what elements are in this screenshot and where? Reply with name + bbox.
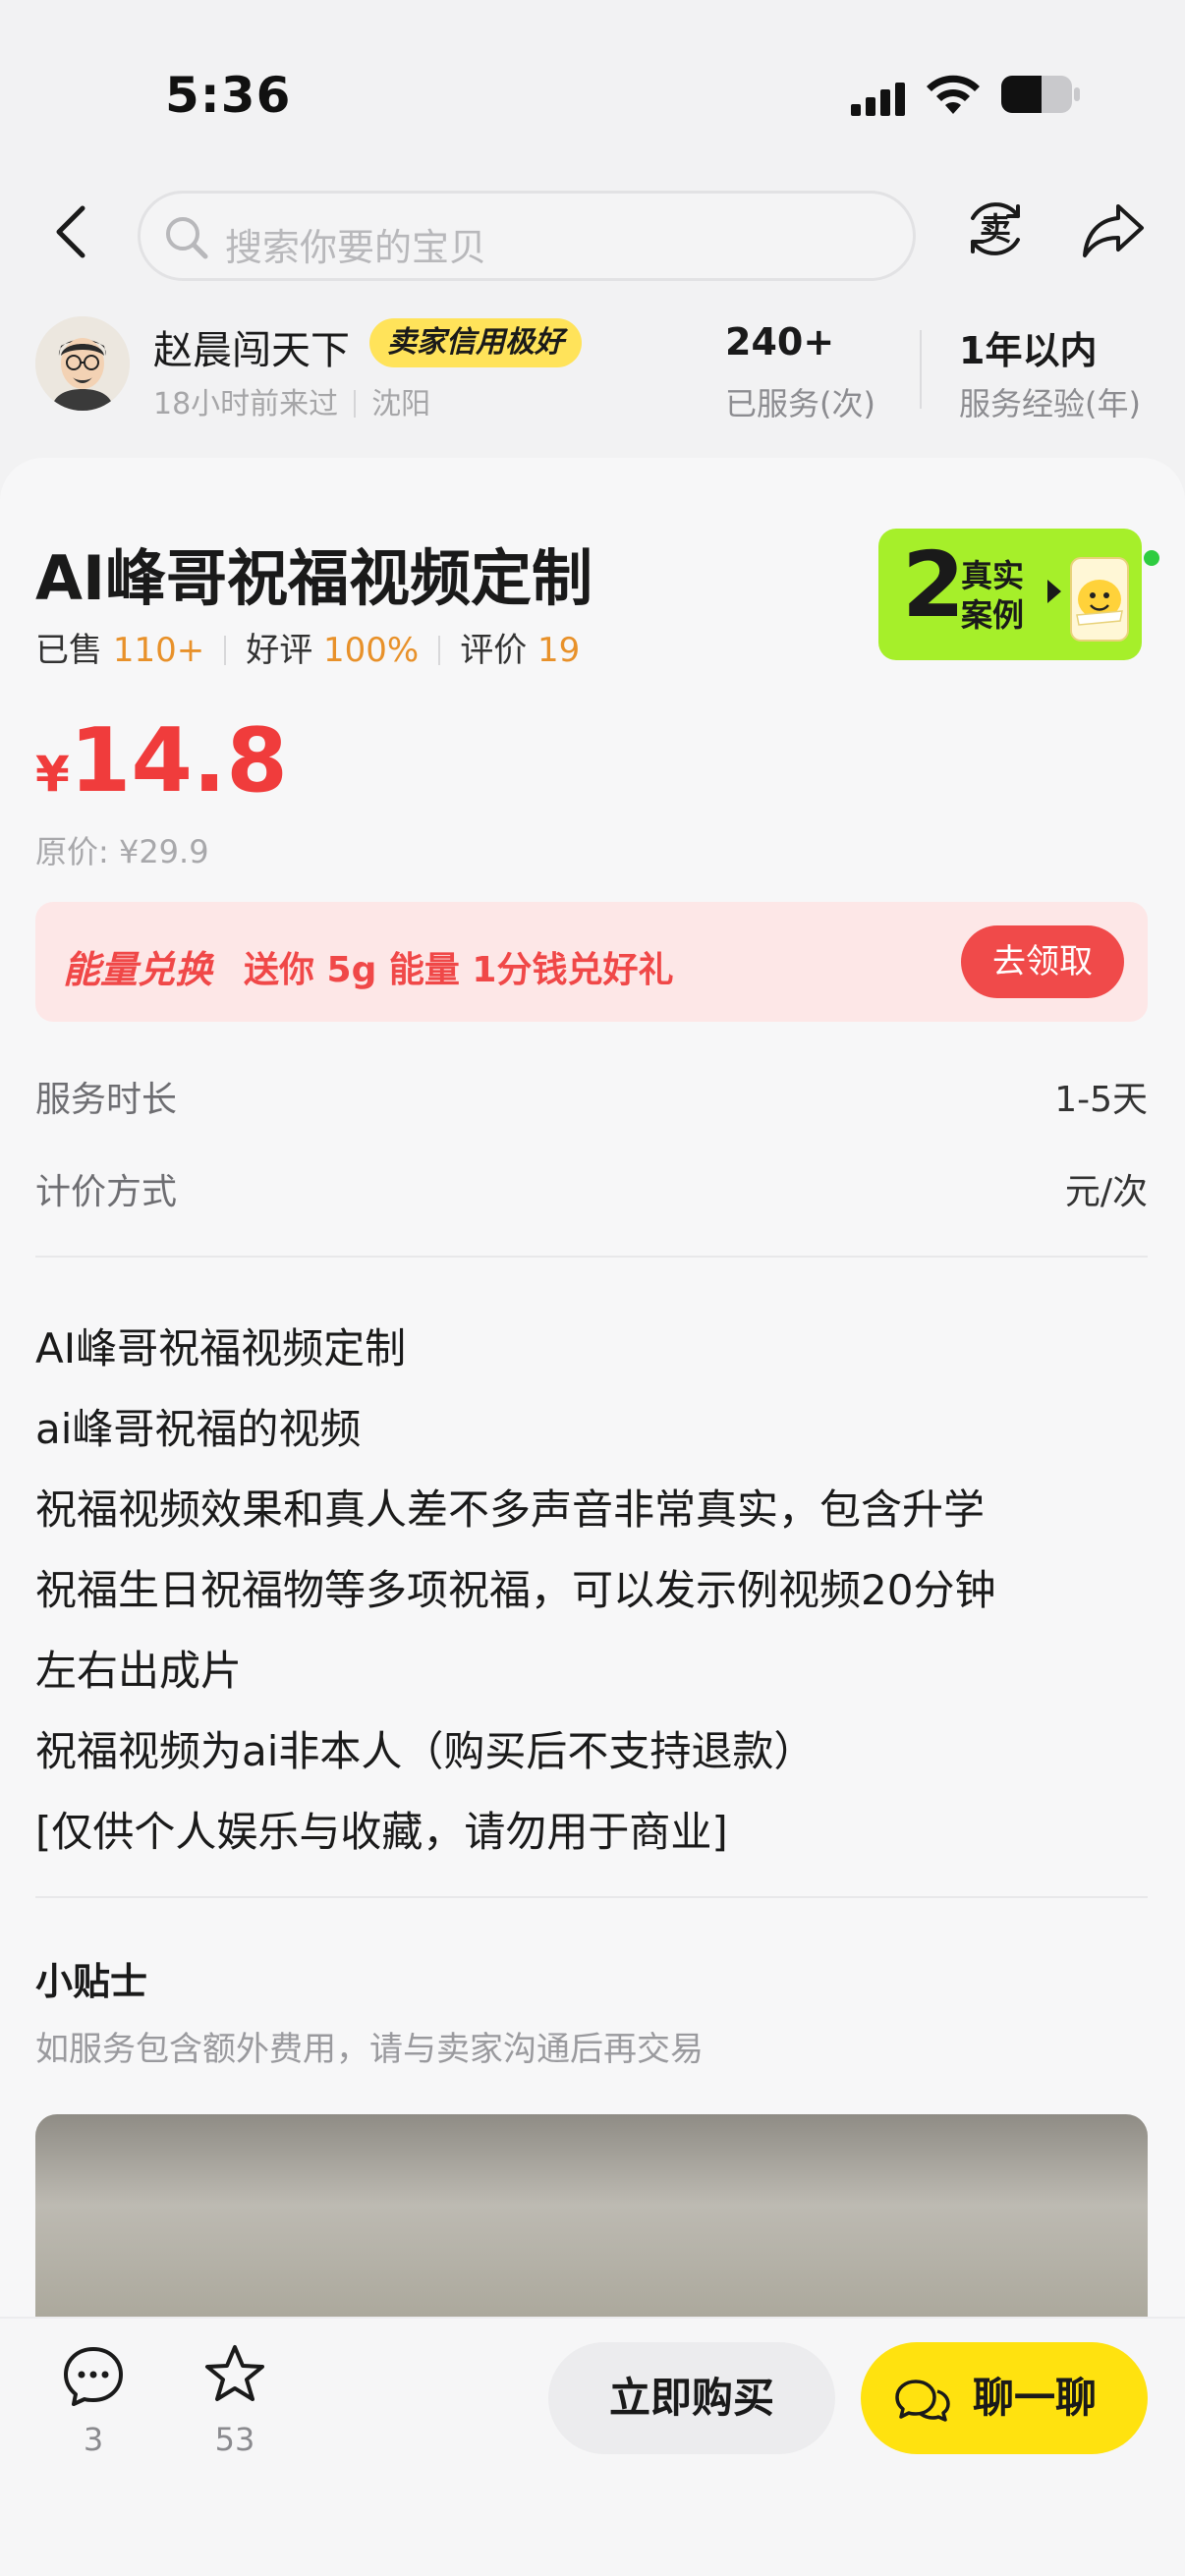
product-description: AI峰哥祝福视频定制 ai峰哥祝福的视频 祝福视频效果和真人差不多声音非常真实，…	[35, 1309, 1156, 1873]
divider	[35, 1256, 1148, 1258]
comment-count: 3	[83, 2421, 104, 2458]
good-rate-label: 好评	[246, 631, 313, 670]
sell-icon-glyph: 卖	[980, 210, 1011, 248]
experience-value: 1年以内	[959, 329, 1098, 372]
product-title: AI峰哥祝福视频定制	[35, 542, 593, 614]
cases-label-line1: 真实	[961, 557, 1025, 594]
description-line: ai峰哥祝福的视频	[35, 1405, 362, 1453]
search-input[interactable]: 搜索你要的宝贝	[138, 191, 916, 281]
status-time: 5:36	[165, 67, 292, 124]
search-icon	[166, 217, 208, 259]
currency-symbol: ¥	[35, 746, 70, 803]
seller-name[interactable]: 赵晨闯天下	[153, 318, 350, 375]
comment-icon[interactable]	[61, 2344, 126, 2409]
review-label[interactable]: 评价	[460, 631, 527, 670]
divider	[920, 330, 922, 409]
service-duration-label: 服务时长	[35, 1080, 178, 1120]
sold-value: 110+	[112, 631, 205, 670]
wifi-icon	[927, 75, 980, 114]
good-rate-value: 100%	[323, 631, 420, 670]
seller-avatar[interactable]	[35, 316, 130, 411]
real-cases-button[interactable]: 2 真实 案例	[878, 529, 1142, 660]
description-line: 左右出成片	[35, 1647, 243, 1695]
star-icon[interactable]	[202, 2342, 267, 2407]
sell-icon[interactable]: 卖	[961, 195, 1030, 263]
divider	[438, 636, 441, 665]
service-duration-value: 1-5天	[1054, 1080, 1148, 1120]
back-arrow-icon[interactable]	[51, 202, 90, 261]
buy-now-button[interactable]: 立即购买	[548, 2342, 835, 2454]
served-label: 已服务(次)	[725, 385, 875, 422]
last-seen: 18小时前来过	[153, 387, 339, 421]
mascot-icon	[1070, 557, 1129, 642]
claim-button[interactable]: 去领取	[961, 925, 1124, 998]
divider	[354, 390, 357, 418]
chat-button-label: 聊一聊	[973, 2374, 1098, 2422]
tips-text: 如服务包含额外费用，请与卖家沟通后再交易	[35, 2030, 704, 2069]
review-count[interactable]: 19	[537, 631, 580, 670]
status-bar: 5:36	[0, 0, 1185, 187]
pricing-method-label: 计价方式	[35, 1172, 178, 1212]
search-placeholder: 搜索你要的宝贝	[225, 226, 487, 269]
chat-button[interactable]: 聊一聊	[861, 2342, 1148, 2454]
tips-title: 小贴士	[35, 1960, 148, 2003]
served-count: 240+	[725, 320, 835, 364]
energy-desc: 送你 5g 能量 1分钱兑好礼	[244, 950, 674, 990]
chat-bubbles-icon	[895, 2380, 950, 2422]
description-line: 祝福生日祝福物等多项祝福，可以发示例视频20分钟	[35, 1566, 996, 1614]
divider	[35, 1896, 1148, 1898]
energy-title: 能量兑换	[63, 948, 213, 991]
battery-icon	[1001, 76, 1080, 113]
cases-label-line2: 案例	[961, 596, 1025, 634]
credit-badge: 卖家信用极好	[369, 318, 582, 367]
price-amount: 14.8	[69, 709, 288, 812]
description-line: [仅供个人娱乐与收藏，请勿用于商业]	[35, 1808, 728, 1856]
status-dot	[1144, 550, 1159, 566]
cellular-signal-icon	[851, 83, 905, 116]
price: ¥14.8	[35, 709, 288, 812]
divider	[224, 636, 227, 665]
description-line: AI峰哥祝福视频定制	[35, 1324, 407, 1372]
sales-stats: 已售 110+ 好评 100% 评价 19	[35, 623, 580, 671]
cases-label: 真实 案例	[961, 556, 1024, 635]
description-line: 祝福视频效果和真人差不多声音非常真实，包含升学	[35, 1485, 986, 1534]
description-line: 祝福视频为ai非本人（购买后不支持退款）	[35, 1727, 816, 1775]
pricing-method-value: 元/次	[1064, 1172, 1148, 1212]
experience-label: 服务经验(年)	[959, 385, 1141, 422]
favorite-count: 53	[214, 2421, 255, 2458]
energy-exchange-banner[interactable]: 能量兑换 送你 5g 能量 1分钱兑好礼 去领取	[35, 902, 1148, 1022]
chevron-right-icon	[1047, 580, 1061, 603]
seller-location: 沈阳	[371, 387, 431, 421]
cases-count: 2	[902, 532, 966, 638]
share-icon[interactable]	[1081, 200, 1146, 259]
seller-meta: 18小时前来过 沈阳	[153, 379, 430, 422]
sold-label: 已售	[35, 631, 102, 670]
original-price: 原价: ¥29.9	[35, 833, 209, 870]
